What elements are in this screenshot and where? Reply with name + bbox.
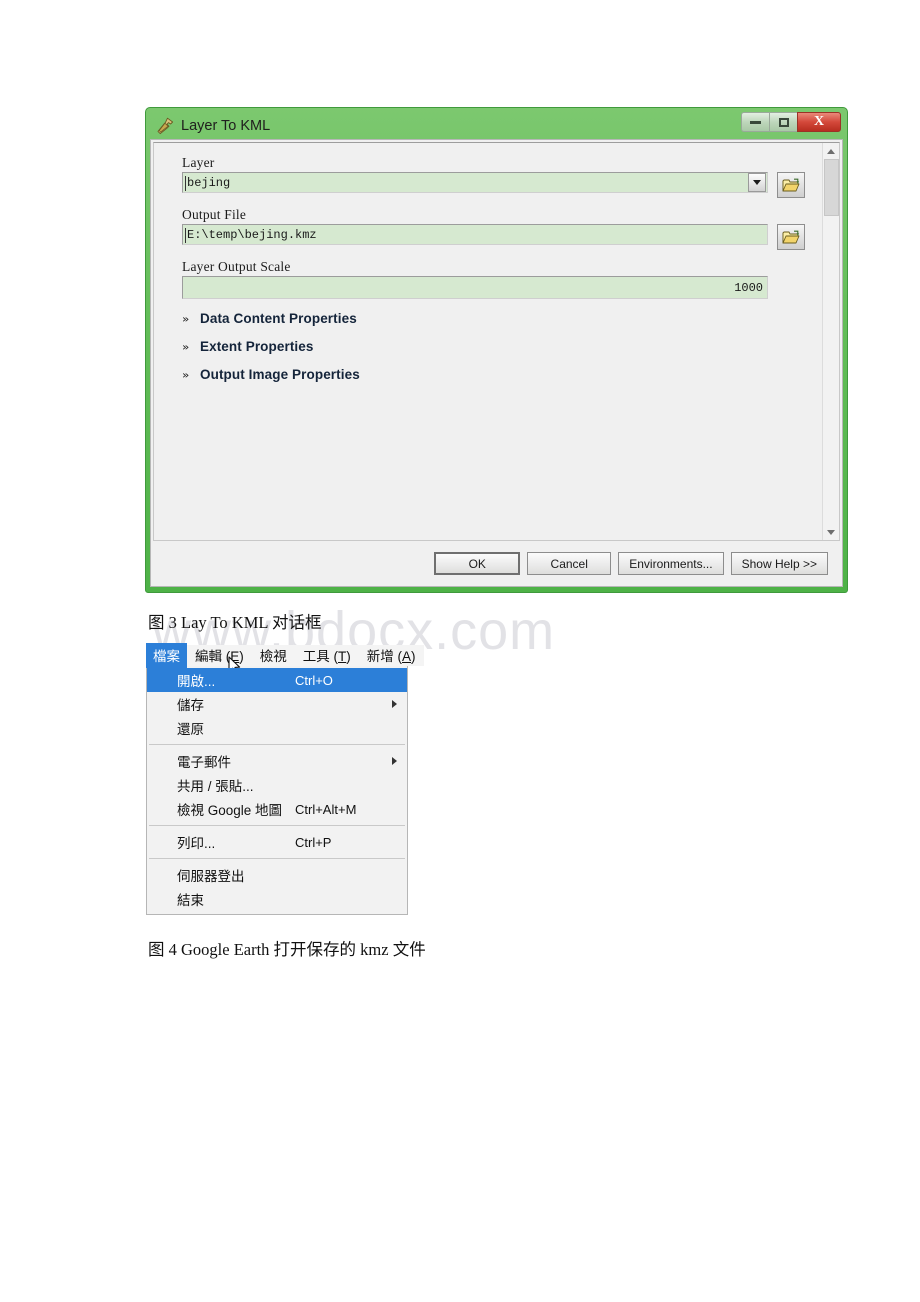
menubar-item-accelerator: (E) xyxy=(222,649,244,664)
parameter-pane: Layer bejing Output File E:\temp\bejing.… xyxy=(153,142,840,541)
menu-item-label: 伺服器登出 xyxy=(177,869,245,884)
menu-item-7[interactable]: 伺服器登出 xyxy=(147,863,407,887)
submenu-arrow-icon xyxy=(392,700,397,708)
menu-item-shortcut: Ctrl+P xyxy=(295,834,332,850)
menu-item-shortcut: Ctrl+Alt+M xyxy=(295,801,357,817)
chevron-double-down-icon: » xyxy=(182,340,190,353)
menu-item-shortcut: Ctrl+O xyxy=(295,672,333,688)
maximize-button[interactable] xyxy=(769,112,797,132)
menu-item-label: 電子郵件 xyxy=(177,755,231,770)
menu-item-4[interactable]: 共用 / 張貼... xyxy=(147,773,407,797)
scroll-down-button[interactable] xyxy=(823,524,839,540)
section-data-content-properties[interactable]: » Data Content Properties xyxy=(182,311,805,326)
menu-separator xyxy=(149,744,405,745)
minimize-button[interactable] xyxy=(741,112,769,132)
output-file-browse-button[interactable] xyxy=(777,224,805,250)
folder-open-icon xyxy=(782,178,800,191)
dialog-footer: OK Cancel Environments... Show Help >> xyxy=(151,541,842,586)
menubar-item-1[interactable]: 編輯 (E) xyxy=(187,643,252,668)
menu-item-label: 共用 / 張貼... xyxy=(177,779,254,794)
maximize-icon xyxy=(778,117,789,127)
minimize-icon xyxy=(750,120,761,124)
show-help-button[interactable]: Show Help >> xyxy=(730,552,828,575)
layer-to-kml-dialog: Layer To KML X Layer bejing Output File … xyxy=(145,107,848,593)
scrollbar-thumb[interactable] xyxy=(824,159,839,216)
output-file-input[interactable]: E:\temp\bejing.kmz xyxy=(182,224,768,245)
layer-output-scale-row: 1000 xyxy=(182,276,805,299)
menubar-item-3[interactable]: 工具 (T) xyxy=(295,643,359,668)
menu-separator xyxy=(149,858,405,859)
google-earth-file-menu: 檔案 編輯 (E) 檢視 工具 (T) 新增 (A) 開啟... Ctrl+O 儲存 還原 電子… xyxy=(146,643,424,915)
menu-item-5[interactable]: 檢視 Google 地圖 Ctrl+Alt+M xyxy=(147,797,407,821)
menu-item-label: 還原 xyxy=(177,722,204,737)
output-file-field-row: E:\temp\bejing.kmz xyxy=(182,224,805,250)
dialog-titlebar[interactable]: Layer To KML X xyxy=(150,112,843,139)
hammer-icon xyxy=(157,117,174,134)
output-file-label: Output File xyxy=(182,207,247,222)
dialog-body: Layer bejing Output File E:\temp\bejing.… xyxy=(150,139,843,587)
layer-dropdown-button[interactable] xyxy=(748,173,766,192)
parameter-pane-scrollbar[interactable] xyxy=(822,143,839,540)
menubar-item-label: 新增 xyxy=(366,649,394,664)
menubar-item-accelerator: (A) xyxy=(393,649,416,664)
menu-item-1[interactable]: 儲存 xyxy=(147,692,407,716)
layer-combobox[interactable]: bejing xyxy=(182,172,768,193)
menubar: 檔案 編輯 (E) 檢視 工具 (T) 新增 (A) xyxy=(146,643,424,668)
chevron-down-icon xyxy=(827,529,835,535)
menu-separator xyxy=(149,825,405,826)
menu-item-label: 儲存 xyxy=(177,698,204,713)
menubar-item-accelerator: (T) xyxy=(329,649,351,664)
menu-item-2[interactable]: 還原 xyxy=(147,716,407,740)
menu-item-label: 列印... xyxy=(177,836,216,851)
scroll-up-button[interactable] xyxy=(823,143,839,159)
cancel-button[interactable]: Cancel xyxy=(527,552,612,575)
menubar-item-label: 檢視 xyxy=(259,649,287,664)
section-label: Output Image Properties xyxy=(200,367,360,382)
menu-item-label: 檢視 Google 地圖 xyxy=(177,803,283,818)
dialog-title: Layer To KML xyxy=(181,117,271,134)
ok-button[interactable]: OK xyxy=(434,552,521,575)
layer-output-scale-input[interactable]: 1000 xyxy=(182,276,768,299)
menu-item-label: 結束 xyxy=(177,893,204,908)
figure-4-caption: 图 4 Google Earth 打开保存的 kmz 文件 xyxy=(148,940,426,959)
output-file-value: E:\temp\bejing.kmz xyxy=(187,227,317,242)
section-output-image-properties[interactable]: » Output Image Properties xyxy=(182,367,805,382)
menu-item-6[interactable]: 列印... Ctrl+P xyxy=(147,830,407,854)
section-label: Extent Properties xyxy=(200,339,314,354)
chevron-double-down-icon: » xyxy=(182,312,190,325)
chevron-down-icon xyxy=(753,180,761,185)
file-menu-dropdown: 開啟... Ctrl+O 儲存還原電子郵件共用 / 張貼... 檢視 Google 地… xyxy=(146,656,408,915)
menubar-item-2[interactable]: 檢視 xyxy=(252,643,295,668)
menu-item-0[interactable]: 開啟... Ctrl+O xyxy=(147,668,407,692)
menubar-item-label: 工具 xyxy=(302,649,330,664)
environments-button[interactable]: Environments... xyxy=(618,552,724,575)
chevron-double-down-icon: » xyxy=(182,368,190,381)
layer-field-row: bejing xyxy=(182,172,805,198)
section-extent-properties[interactable]: » Extent Properties xyxy=(182,339,805,354)
section-label: Data Content Properties xyxy=(200,311,357,326)
close-button[interactable]: X xyxy=(797,112,841,132)
folder-open-icon xyxy=(782,230,800,243)
chevron-up-icon xyxy=(827,148,835,154)
layer-output-scale-label: Layer Output Scale xyxy=(182,259,291,274)
menubar-item-label: 檔案 xyxy=(153,649,180,664)
layer-output-scale-value: 1000 xyxy=(734,280,763,295)
menubar-item-label: 編輯 xyxy=(195,649,222,664)
menu-item-8[interactable]: 結束 xyxy=(147,887,407,911)
menubar-item-0[interactable]: 檔案 xyxy=(146,643,187,668)
submenu-arrow-icon xyxy=(392,757,397,765)
window-controls: X xyxy=(741,112,841,132)
layer-browse-button[interactable] xyxy=(777,172,805,198)
figure-3-caption: 图 3 Lay To KML 对话框 xyxy=(148,613,322,632)
menu-item-label: 開啟... xyxy=(177,674,216,689)
layer-label: Layer xyxy=(182,155,215,170)
layer-value: bejing xyxy=(187,175,231,190)
menu-item-3[interactable]: 電子郵件 xyxy=(147,749,407,773)
menubar-item-4[interactable]: 新增 (A) xyxy=(359,643,424,668)
